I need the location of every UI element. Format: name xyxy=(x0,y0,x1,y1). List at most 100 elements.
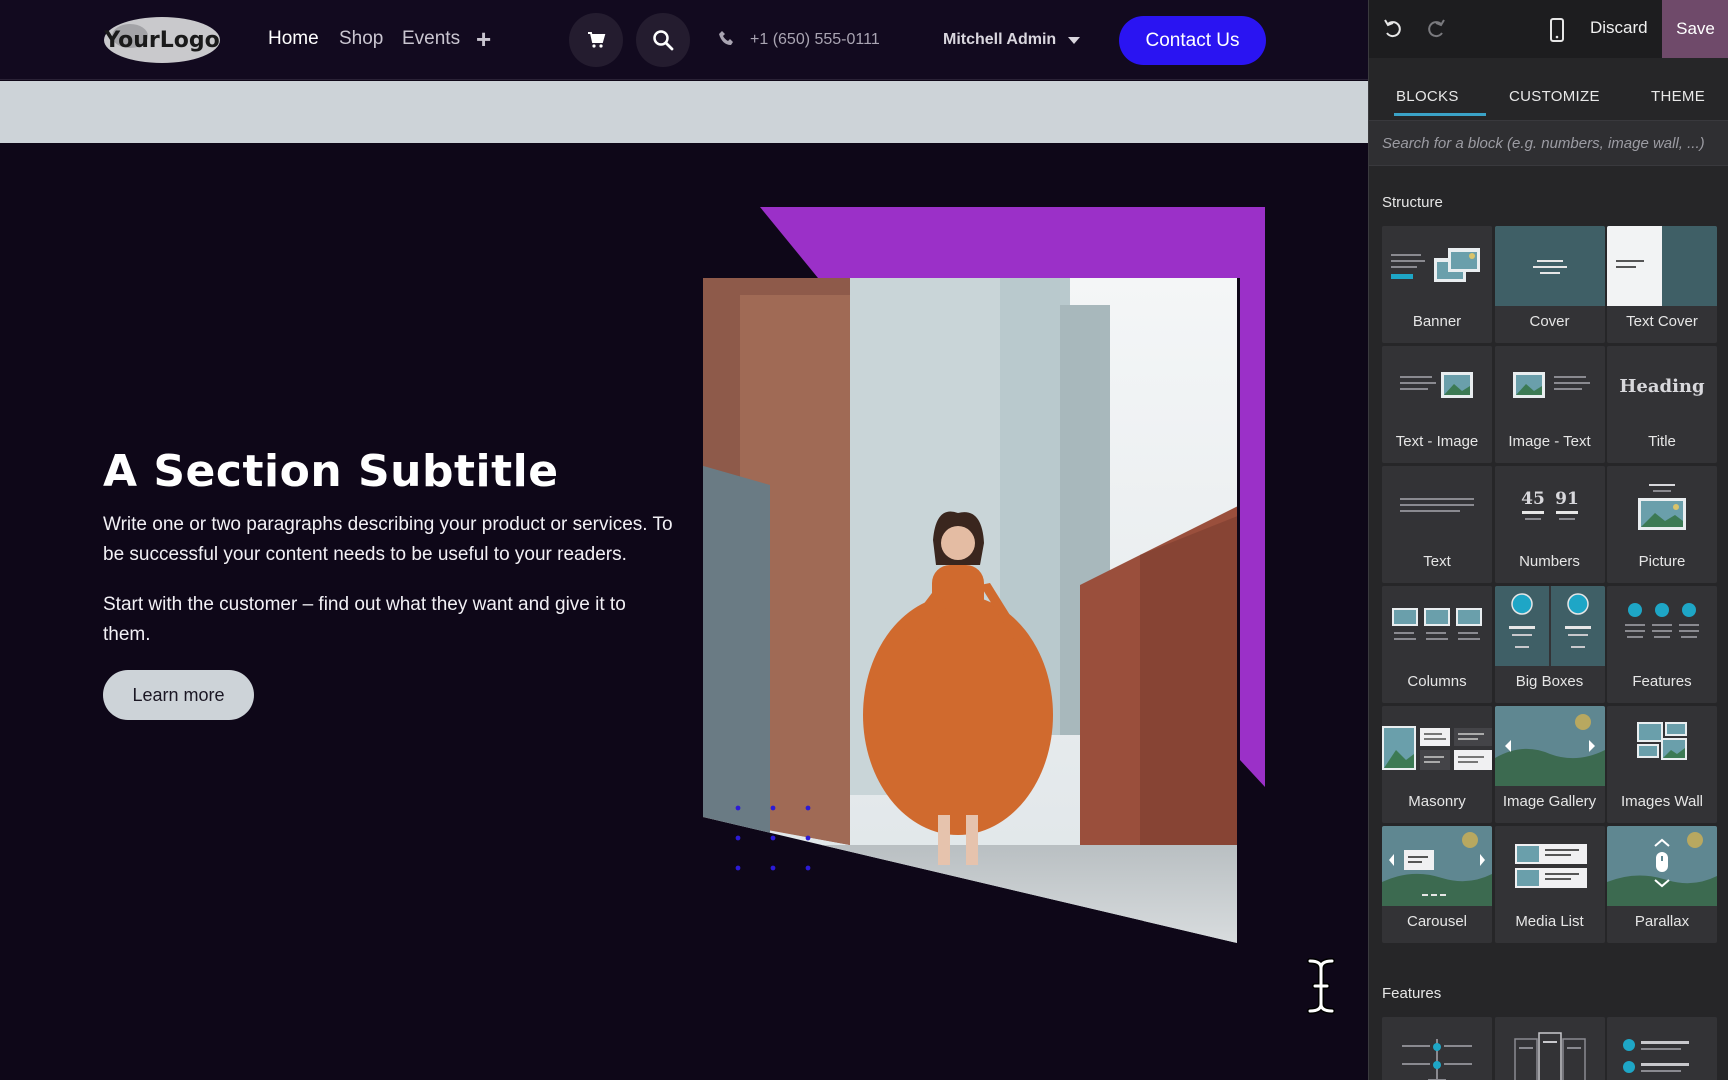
cart-button[interactable] xyxy=(569,13,623,67)
nav-shop[interactable]: Shop xyxy=(339,28,383,50)
block-features-timeline[interactable] xyxy=(1382,1017,1492,1080)
search-icon xyxy=(653,30,674,51)
text-image-icon xyxy=(1382,346,1492,426)
block-label: Columns xyxy=(1407,673,1467,690)
website-canvas: YourLogo Home Shop Events + +1 (650) 555… xyxy=(0,0,1368,1080)
title-thumb-text: Heading xyxy=(1619,376,1705,397)
block-image-text[interactable]: Image - Text xyxy=(1494,346,1605,463)
block-features[interactable]: Features xyxy=(1607,586,1717,703)
block-text-cover[interactable]: Text Cover xyxy=(1607,226,1717,343)
search-button[interactable] xyxy=(636,13,690,67)
tab-blocks[interactable]: BLOCKS xyxy=(1396,88,1459,105)
title-icon: Heading xyxy=(1607,346,1717,426)
nav-home[interactable]: Home xyxy=(268,28,319,50)
logo-text: YourLogo xyxy=(103,28,220,53)
block-label: Text - Image xyxy=(1395,433,1479,450)
block-label: Title xyxy=(1648,433,1676,450)
block-media-list[interactable]: Media List xyxy=(1494,826,1605,943)
structure-blocks-grid: Banner Cover Text Cover Text - Image Ima… xyxy=(1382,226,1717,943)
features-icon xyxy=(1607,586,1717,666)
block-label: Media List xyxy=(1515,913,1584,930)
section-paragraph-2[interactable]: Start with the customer – find out what … xyxy=(103,590,673,650)
block-label: Cover xyxy=(1529,313,1570,330)
block-label: Big Boxes xyxy=(1515,673,1584,690)
save-button[interactable]: Save xyxy=(1662,0,1728,58)
block-label: Picture xyxy=(1638,553,1686,570)
images-wall-icon xyxy=(1607,706,1717,786)
user-menu[interactable]: Mitchell Admin xyxy=(943,31,1056,49)
block-text[interactable]: Text xyxy=(1382,466,1492,583)
block-label: Image - Text xyxy=(1508,433,1591,450)
section-title[interactable]: A Section Subtitle xyxy=(103,446,559,497)
cover-icon xyxy=(1494,226,1605,306)
text-cursor-icon xyxy=(1307,958,1335,1014)
picture-icon xyxy=(1607,466,1717,546)
numbers-icon: 45 91 xyxy=(1494,466,1605,546)
learn-more-button[interactable]: Learn more xyxy=(103,670,254,720)
parallax-icon xyxy=(1607,826,1717,906)
grey-section-band xyxy=(0,81,1368,143)
editor-panel: Discard Save BLOCKS CUSTOMIZE THEME Stru… xyxy=(1368,0,1728,1080)
text-icon xyxy=(1382,466,1492,546)
cart-icon xyxy=(588,32,606,48)
image-gallery-icon xyxy=(1494,706,1605,786)
text-cover-icon xyxy=(1607,226,1717,306)
add-menu-item-icon[interactable]: + xyxy=(476,24,491,55)
block-carousel[interactable]: Carousel xyxy=(1382,826,1492,943)
discard-button[interactable]: Discard xyxy=(1590,18,1648,38)
block-banner[interactable]: Banner xyxy=(1382,226,1492,343)
banner-icon xyxy=(1382,226,1492,306)
block-label: Carousel xyxy=(1406,913,1468,930)
undo-icon[interactable] xyxy=(1382,18,1404,40)
block-label: Parallax xyxy=(1634,913,1690,930)
image-text-icon xyxy=(1494,346,1605,426)
block-big-boxes[interactable]: Big Boxes xyxy=(1494,586,1605,703)
block-label: Numbers xyxy=(1519,553,1580,570)
block-images-wall[interactable]: Images Wall xyxy=(1607,706,1717,823)
columns-icon xyxy=(1382,586,1492,666)
feature-list-icon xyxy=(1607,1017,1717,1080)
media-list-icon xyxy=(1494,826,1605,906)
site-header: YourLogo Home Shop Events + +1 (650) 555… xyxy=(0,0,1368,80)
masonry-icon xyxy=(1382,706,1492,786)
block-label: Images Wall xyxy=(1621,793,1703,810)
logo-icon[interactable]: YourLogo xyxy=(102,16,222,64)
block-label: Banner xyxy=(1412,313,1462,330)
block-features-pricelist[interactable] xyxy=(1494,1017,1605,1080)
big-boxes-icon xyxy=(1494,586,1605,666)
tab-customize[interactable]: CUSTOMIZE xyxy=(1509,88,1600,105)
nav-events[interactable]: Events xyxy=(402,28,460,50)
mobile-preview-icon[interactable] xyxy=(1548,18,1566,42)
block-search xyxy=(1369,120,1728,166)
block-parallax[interactable]: Parallax xyxy=(1607,826,1717,943)
tab-theme[interactable]: THEME xyxy=(1651,88,1705,105)
section-paragraph-1[interactable]: Write one or two paragraphs describing y… xyxy=(103,510,673,570)
block-search-input[interactable] xyxy=(1369,121,1728,165)
block-cover[interactable]: Cover xyxy=(1494,226,1605,343)
block-text-image[interactable]: Text - Image xyxy=(1382,346,1492,463)
block-features-list[interactable] xyxy=(1607,1017,1717,1080)
block-label: Text xyxy=(1423,553,1451,570)
block-title[interactable]: Heading Title xyxy=(1607,346,1717,463)
street-photo xyxy=(703,278,1237,943)
section-image-composition[interactable] xyxy=(700,205,1270,945)
editor-tabs: BLOCKS CUSTOMIZE THEME xyxy=(1369,58,1728,120)
phone-number[interactable]: +1 (650) 555-0111 xyxy=(750,31,880,49)
pricing-icon xyxy=(1494,1017,1605,1080)
chevron-down-icon[interactable] xyxy=(1068,37,1080,44)
category-structure: Structure xyxy=(1382,194,1443,211)
block-columns[interactable]: Columns xyxy=(1382,586,1492,703)
block-masonry[interactable]: Masonry xyxy=(1382,706,1492,823)
block-image-gallery[interactable]: Image Gallery xyxy=(1494,706,1605,823)
carousel-icon xyxy=(1382,826,1492,906)
contact-us-button[interactable]: Contact Us xyxy=(1119,16,1266,65)
numbers-thumb-value-1: 45 xyxy=(1521,489,1545,509)
redo-icon[interactable] xyxy=(1425,18,1447,40)
block-numbers[interactable]: 45 91 Numbers xyxy=(1494,466,1605,583)
block-label: Masonry xyxy=(1408,793,1466,810)
block-picture[interactable]: Picture xyxy=(1607,466,1717,583)
block-label: Image Gallery xyxy=(1502,793,1597,810)
block-label: Features xyxy=(1632,673,1692,690)
timeline-icon xyxy=(1382,1017,1492,1080)
editor-toolbar: Discard Save xyxy=(1369,0,1728,58)
